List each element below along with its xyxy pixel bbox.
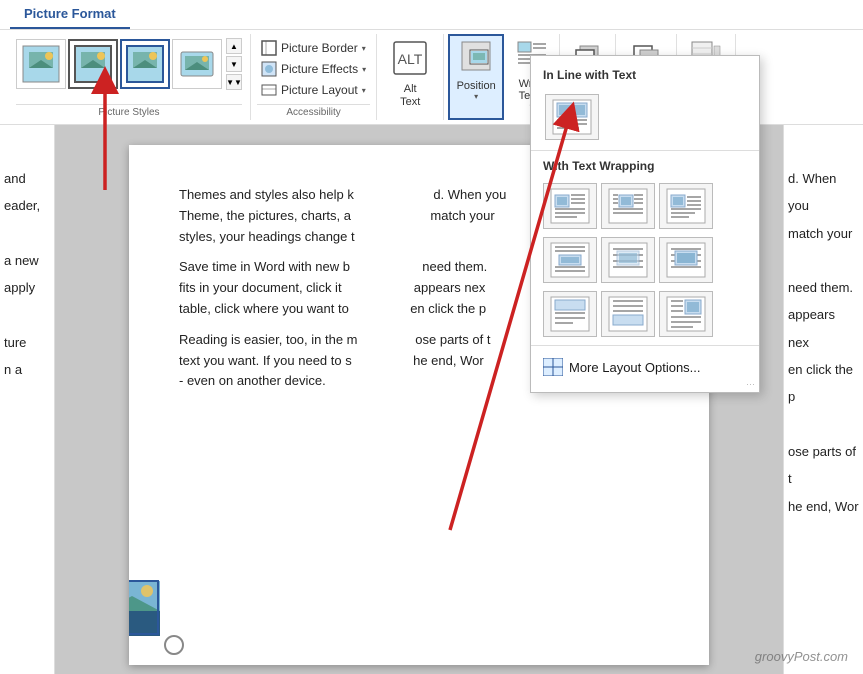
- divider-1: [531, 150, 759, 151]
- format-btn-group: Picture Border ▾ Picture Effects ▾ Pictu…: [257, 34, 370, 104]
- watermark: groovyPost.com: [755, 649, 848, 664]
- position-label: Position: [457, 80, 496, 92]
- alt-text-label: AltText: [400, 83, 420, 109]
- resize-handle[interactable]: ⋯: [746, 379, 755, 390]
- left-line1: and: [4, 165, 50, 192]
- position-icon: [460, 40, 492, 78]
- circle-handle: [164, 635, 184, 655]
- scroll-more-btn[interactable]: ▼▼: [226, 74, 242, 90]
- wrap-top-bottom-btn[interactable]: [543, 237, 597, 283]
- section-alt-text: ALT AltText: [377, 34, 444, 120]
- style-thumbnails: ▲ ▼ ▼▼: [16, 34, 242, 94]
- wrap-through-btn[interactable]: [659, 183, 713, 229]
- wrap-square-btn[interactable]: [543, 183, 597, 229]
- picture-layout-btn[interactable]: Picture Layout ▾: [257, 80, 370, 100]
- left-line6: [4, 301, 50, 328]
- section-picture-format-options: Picture Border ▾ Picture Effects ▾ Pictu…: [251, 34, 377, 120]
- picture-effects-btn[interactable]: Picture Effects ▾: [257, 59, 370, 79]
- border-dropdown-arrow: ▾: [362, 44, 366, 53]
- layout-inline-btn[interactable]: [545, 94, 599, 140]
- scroll-up-btn[interactable]: ▲: [226, 38, 242, 54]
- right-text-strip: d. When you match your need them. appear…: [783, 125, 863, 674]
- tab-picture-format[interactable]: Picture Format: [10, 0, 130, 29]
- divider-2: [531, 345, 759, 346]
- alt-text-icon: ALT: [392, 40, 428, 83]
- section-picture-styles: ▲ ▼ ▼▼ Picture Styles: [8, 34, 251, 120]
- picture-layout-icon: [261, 82, 277, 98]
- position-dropdown: ▾: [474, 92, 478, 101]
- style-scroll: ▲ ▼ ▼▼: [226, 38, 242, 90]
- picture-border-icon: [261, 40, 277, 56]
- effects-dropdown-arrow: ▾: [362, 65, 366, 74]
- wrap-in-front-text-btn[interactable]: [659, 237, 713, 283]
- position-btn[interactable]: Position ▾: [448, 34, 504, 120]
- wrapping-row-3: [531, 287, 759, 341]
- left-line5: apply: [4, 274, 50, 301]
- picture-border-btn[interactable]: Picture Border ▾: [257, 38, 370, 58]
- left-line8: n a: [4, 356, 50, 383]
- accessibility-label: Accessibility: [257, 104, 370, 120]
- scroll-down-btn[interactable]: ▼: [226, 56, 242, 72]
- inline-text-option-row: [531, 88, 759, 146]
- svg-text:ALT: ALT: [398, 51, 423, 67]
- wrap-behind-text-btn[interactable]: [601, 237, 655, 283]
- wrap-option-8[interactable]: [601, 291, 655, 337]
- left-text-strip: and eader, a new apply ture n a: [0, 125, 55, 674]
- more-layout-icon: [543, 358, 563, 376]
- ribbon-tab-bar: Picture Format: [0, 0, 863, 30]
- style-thumb-4[interactable]: [172, 39, 222, 89]
- wrapping-section-title: With Text Wrapping: [531, 155, 759, 179]
- wrap-option-7[interactable]: [543, 291, 597, 337]
- wrapping-row-2: [531, 233, 759, 287]
- wrap-tight-btn[interactable]: [601, 183, 655, 229]
- alt-text-btn[interactable]: ALT AltText: [385, 38, 435, 111]
- wrapping-row-1: [531, 179, 759, 233]
- left-line3: [4, 220, 50, 247]
- style-thumb-3[interactable]: [120, 39, 170, 89]
- left-line7: ture: [4, 329, 50, 356]
- inline-section-title: In Line with Text: [531, 64, 759, 88]
- picture-effects-icon: [261, 61, 277, 77]
- more-layout-options-btn[interactable]: More Layout Options...: [531, 350, 759, 384]
- wrap-text-dropdown-popup: In Line with Text With Text Wrapping: [530, 55, 760, 393]
- wrap-option-9[interactable]: [659, 291, 713, 337]
- left-line4: a new: [4, 247, 50, 274]
- picture-styles-label: Picture Styles: [16, 104, 242, 120]
- style-thumb-2[interactable]: [68, 39, 118, 89]
- layout-dropdown-arrow: ▾: [362, 86, 366, 95]
- small-image: [129, 580, 159, 635]
- left-line2: eader,: [4, 192, 50, 219]
- style-thumb-1[interactable]: [16, 39, 66, 89]
